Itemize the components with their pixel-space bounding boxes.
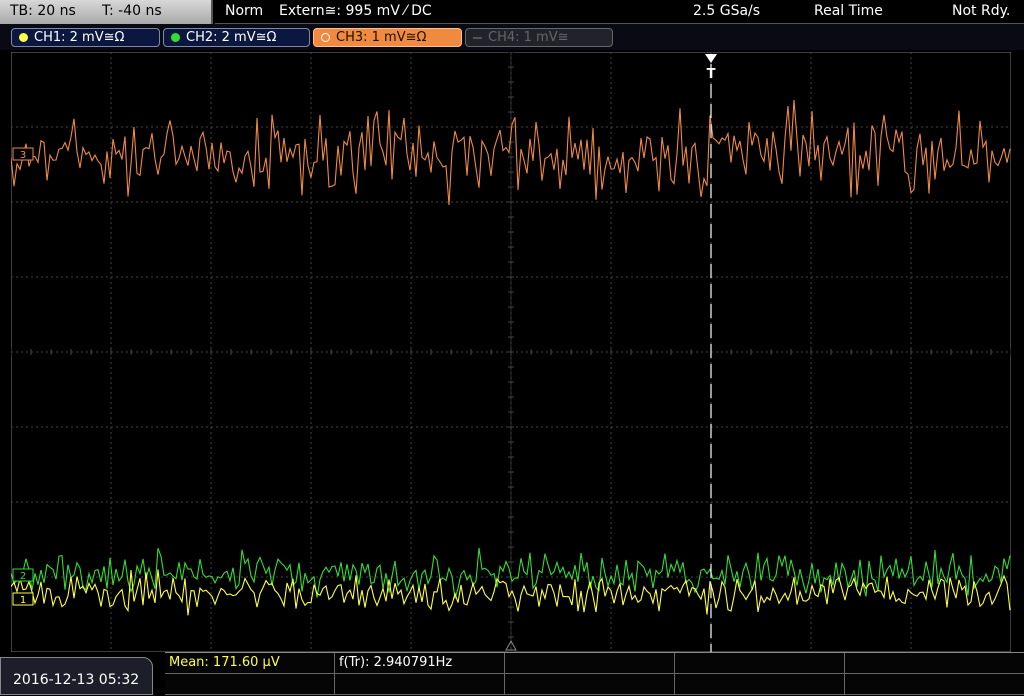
channel-3-tab[interactable]: CH3: 1 mV≅Ω [313,28,462,47]
time-offset-value[interactable]: T: -40 ns [102,3,162,19]
channel-3-offset-marker[interactable]: 3 [12,147,34,161]
timebase-value[interactable]: TB: 20 ns [10,3,76,19]
channel-bar: CH1: 2 mV≅Ω CH2: 2 mV≅Ω CH3: 1 mV≅Ω CH4:… [0,24,1024,50]
measurement-slot[interactable] [505,653,675,674]
datetime-text: 2016-12-13 05:32 [13,672,140,688]
channel-2-offset-marker[interactable]: 2 [12,568,34,582]
channel-2-indicator-icon [171,33,180,42]
waveform-display[interactable]: T 3 2 1 [11,52,1011,652]
measurement-panel[interactable]: Mean: 171.60 µV f(Tr): 2.940791Hz [165,652,1024,696]
timebase-panel[interactable]: TB: 20 ns T: -40 ns [0,0,213,24]
frequency-measurement[interactable]: f(Tr): 2.940791Hz [335,653,505,674]
trigger-mode[interactable]: Norm [225,3,263,19]
status-bar: TB: 20 ns T: -40 ns Norm Extern≅: 995 mV… [0,0,1024,24]
channel-4-indicator-icon [473,37,482,39]
channel-1-offset-marker[interactable]: 1 [12,592,34,606]
channel-2-marker-label: 2 [20,571,26,582]
channel-3-indicator-icon [321,33,330,42]
measurement-slot[interactable] [165,674,335,695]
trigger-source[interactable]: Extern≅: 995 mV ⁄ DC [279,3,432,19]
measurement-slot[interactable] [845,674,1024,695]
mean-measurement[interactable]: Mean: 171.60 µV [165,653,335,674]
trigger-marker-label: T [707,67,716,82]
channel-1-label: CH1: 2 mV≅Ω [34,30,125,45]
measurement-slot[interactable] [505,674,675,695]
channel-4-label: CH4: 1 mV≅ [488,30,569,45]
channel-3-label: CH3: 1 mV≅Ω [336,30,427,45]
measurement-slot[interactable] [845,653,1024,674]
datetime-display: 2016-12-13 05:32 [0,657,153,695]
mean-measurement-value: Mean: 171.60 µV [169,655,280,670]
channel-2-label: CH2: 2 mV≅Ω [186,30,277,45]
sample-rate[interactable]: 2.5 GSa/s [693,3,760,19]
channel-1-indicator-icon [19,33,28,42]
frequency-measurement-value: f(Tr): 2.940791Hz [339,655,453,670]
channel-2-tab[interactable]: CH2: 2 mV≅Ω [163,28,310,47]
measurement-slot[interactable] [335,674,505,695]
acquisition-state: Not Rdy. [952,3,1011,19]
channel-1-tab[interactable]: CH1: 2 mV≅Ω [11,28,160,47]
measurement-slot[interactable] [675,674,845,695]
channel-3-marker-label: 3 [20,150,26,161]
trigger-acquisition-panel: Norm Extern≅: 995 mV ⁄ DC 2.5 GSa/s Real… [215,0,1024,24]
measurement-slot[interactable] [675,653,845,674]
channel-4-tab[interactable]: CH4: 1 mV≅ [465,28,613,47]
acquisition-mode[interactable]: Real Time [814,3,883,19]
channel-1-marker-label: 1 [20,595,26,606]
